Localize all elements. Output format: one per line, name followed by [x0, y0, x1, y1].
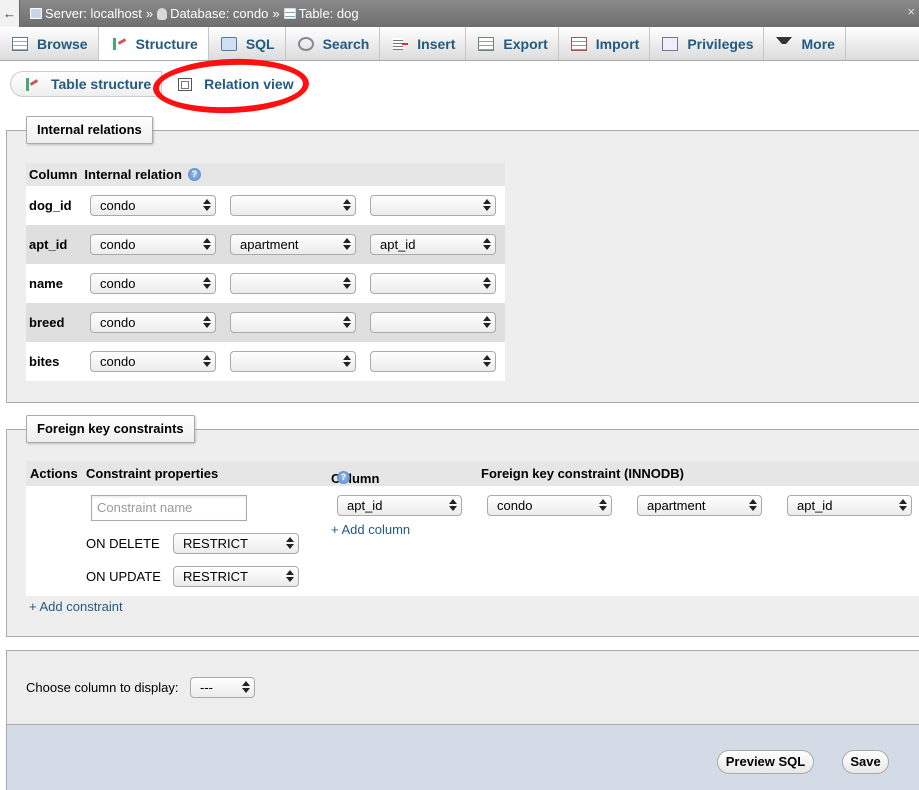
table-header: Column Internal relation ? — [26, 163, 505, 186]
relation-column-select[interactable]: apt_id — [370, 234, 496, 255]
privileges-icon — [662, 36, 679, 51]
main-tabs: Browse Structure SQL Search Insert Expor… — [0, 27, 919, 61]
select-arrows-icon — [242, 680, 250, 694]
relation-table-select[interactable] — [230, 312, 356, 333]
relation-db-select[interactable]: condo — [90, 234, 216, 255]
select-arrows-icon — [483, 315, 491, 329]
structure-icon — [25, 77, 39, 91]
close-icon[interactable]: × — [907, 4, 915, 19]
relation-column-select[interactable] — [370, 351, 496, 372]
insert-icon — [392, 37, 409, 51]
tab-privileges[interactable]: Privileges — [650, 27, 765, 60]
breadcrumb-database[interactable]: Database: condo » — [157, 6, 280, 21]
table-row: dog_id condo — [26, 186, 505, 225]
table-row: name condo — [26, 264, 505, 303]
relation-db-select[interactable]: condo — [90, 351, 216, 372]
constraint-name-input[interactable]: Constraint name — [91, 495, 247, 521]
relation-db-select[interactable]: condo — [90, 273, 216, 294]
tab-search[interactable]: Search — [286, 27, 381, 60]
on-update-label: ON UPDATE — [86, 569, 161, 584]
highlight-annotation — [152, 56, 310, 116]
relation-table-select[interactable] — [230, 195, 356, 216]
select-arrows-icon — [203, 276, 211, 290]
breadcrumb: ← Server: localhost » Database: condo » … — [0, 0, 919, 27]
preview-sql-button[interactable]: Preview SQL — [717, 750, 814, 774]
breadcrumb-table[interactable]: Table: dog — [283, 6, 359, 21]
display-column-label: Choose column to display: — [26, 680, 179, 695]
table-icon — [283, 8, 296, 19]
help-icon[interactable]: ? — [187, 168, 201, 181]
sql-icon — [220, 36, 237, 51]
import-icon — [570, 36, 587, 51]
on-update-select[interactable]: RESTRICT — [173, 566, 299, 587]
tab-export[interactable]: Export — [466, 27, 559, 60]
database-icon — [157, 7, 168, 20]
select-arrows-icon — [343, 237, 351, 251]
breadcrumb-server[interactable]: Server: localhost » — [30, 6, 153, 21]
on-delete-select[interactable]: RESTRICT — [173, 533, 299, 554]
select-arrows-icon — [343, 354, 351, 368]
subtab-table-structure[interactable]: Table structure — [10, 71, 163, 97]
browse-icon — [12, 36, 28, 51]
relation-table-select[interactable]: apartment — [230, 234, 356, 255]
select-arrows-icon — [483, 198, 491, 212]
server-icon — [30, 8, 42, 19]
select-arrows-icon — [449, 498, 457, 512]
fk-ref-column-select[interactable]: apt_id — [787, 495, 912, 516]
relation-column-select[interactable] — [370, 312, 496, 333]
select-arrows-icon — [899, 498, 907, 512]
structure-icon — [111, 37, 127, 51]
back-arrow-icon[interactable]: ← — [0, 0, 20, 27]
select-arrows-icon — [343, 276, 351, 290]
internal-relations-table: Column Internal relation ? dog_id condo … — [26, 163, 505, 381]
on-delete-label: ON DELETE — [86, 536, 160, 551]
fk-ref-table-select[interactable]: apartment — [637, 495, 762, 516]
tab-sql[interactable]: SQL — [209, 27, 286, 60]
tab-insert[interactable]: Insert — [380, 27, 467, 60]
add-constraint-link[interactable]: + Add constraint — [29, 599, 123, 614]
select-arrows-icon — [203, 237, 211, 251]
relation-column-select[interactable] — [370, 273, 496, 294]
display-column-select[interactable]: --- — [190, 677, 255, 698]
relation-table-select[interactable] — [230, 273, 356, 294]
relation-db-select[interactable]: condo — [90, 195, 216, 216]
add-column-link[interactable]: + Add column — [331, 522, 410, 537]
tab-browse[interactable]: Browse — [0, 27, 99, 60]
help-icon[interactable]: ? — [337, 471, 350, 484]
select-arrows-icon — [483, 237, 491, 251]
fk-ref-db-select[interactable]: condo — [487, 495, 612, 516]
relation-column-select[interactable] — [370, 195, 496, 216]
tab-import[interactable]: Import — [559, 27, 651, 60]
relation-table-select[interactable] — [230, 351, 356, 372]
select-arrows-icon — [343, 315, 351, 329]
select-arrows-icon — [286, 536, 294, 550]
table-row: apt_id condo apartment apt_id — [26, 225, 505, 264]
fk-column-select[interactable]: apt_id — [337, 495, 462, 516]
select-arrows-icon — [203, 315, 211, 329]
select-arrows-icon — [286, 569, 294, 583]
select-arrows-icon — [203, 354, 211, 368]
select-arrows-icon — [483, 276, 491, 290]
tab-more[interactable]: More — [764, 27, 846, 60]
select-arrows-icon — [203, 198, 211, 212]
table-row: bites condo — [26, 342, 505, 381]
export-icon — [478, 36, 495, 51]
chevron-down-icon — [776, 36, 793, 51]
table-row: breed condo — [26, 303, 505, 342]
internal-relations-legend: Internal relations — [26, 116, 153, 144]
select-arrows-icon — [483, 354, 491, 368]
select-arrows-icon — [749, 498, 757, 512]
foreign-key-table: Actions Constraint properties Column? Fo… — [26, 461, 919, 596]
search-icon — [297, 36, 314, 51]
save-button[interactable]: Save — [842, 750, 889, 774]
relation-db-select[interactable]: condo — [90, 312, 216, 333]
table-header: Actions Constraint properties Column? Fo… — [26, 461, 919, 486]
tab-structure[interactable]: Structure — [98, 27, 209, 60]
select-arrows-icon — [599, 498, 607, 512]
foreign-key-legend: Foreign key constraints — [26, 415, 195, 443]
select-arrows-icon — [343, 198, 351, 212]
